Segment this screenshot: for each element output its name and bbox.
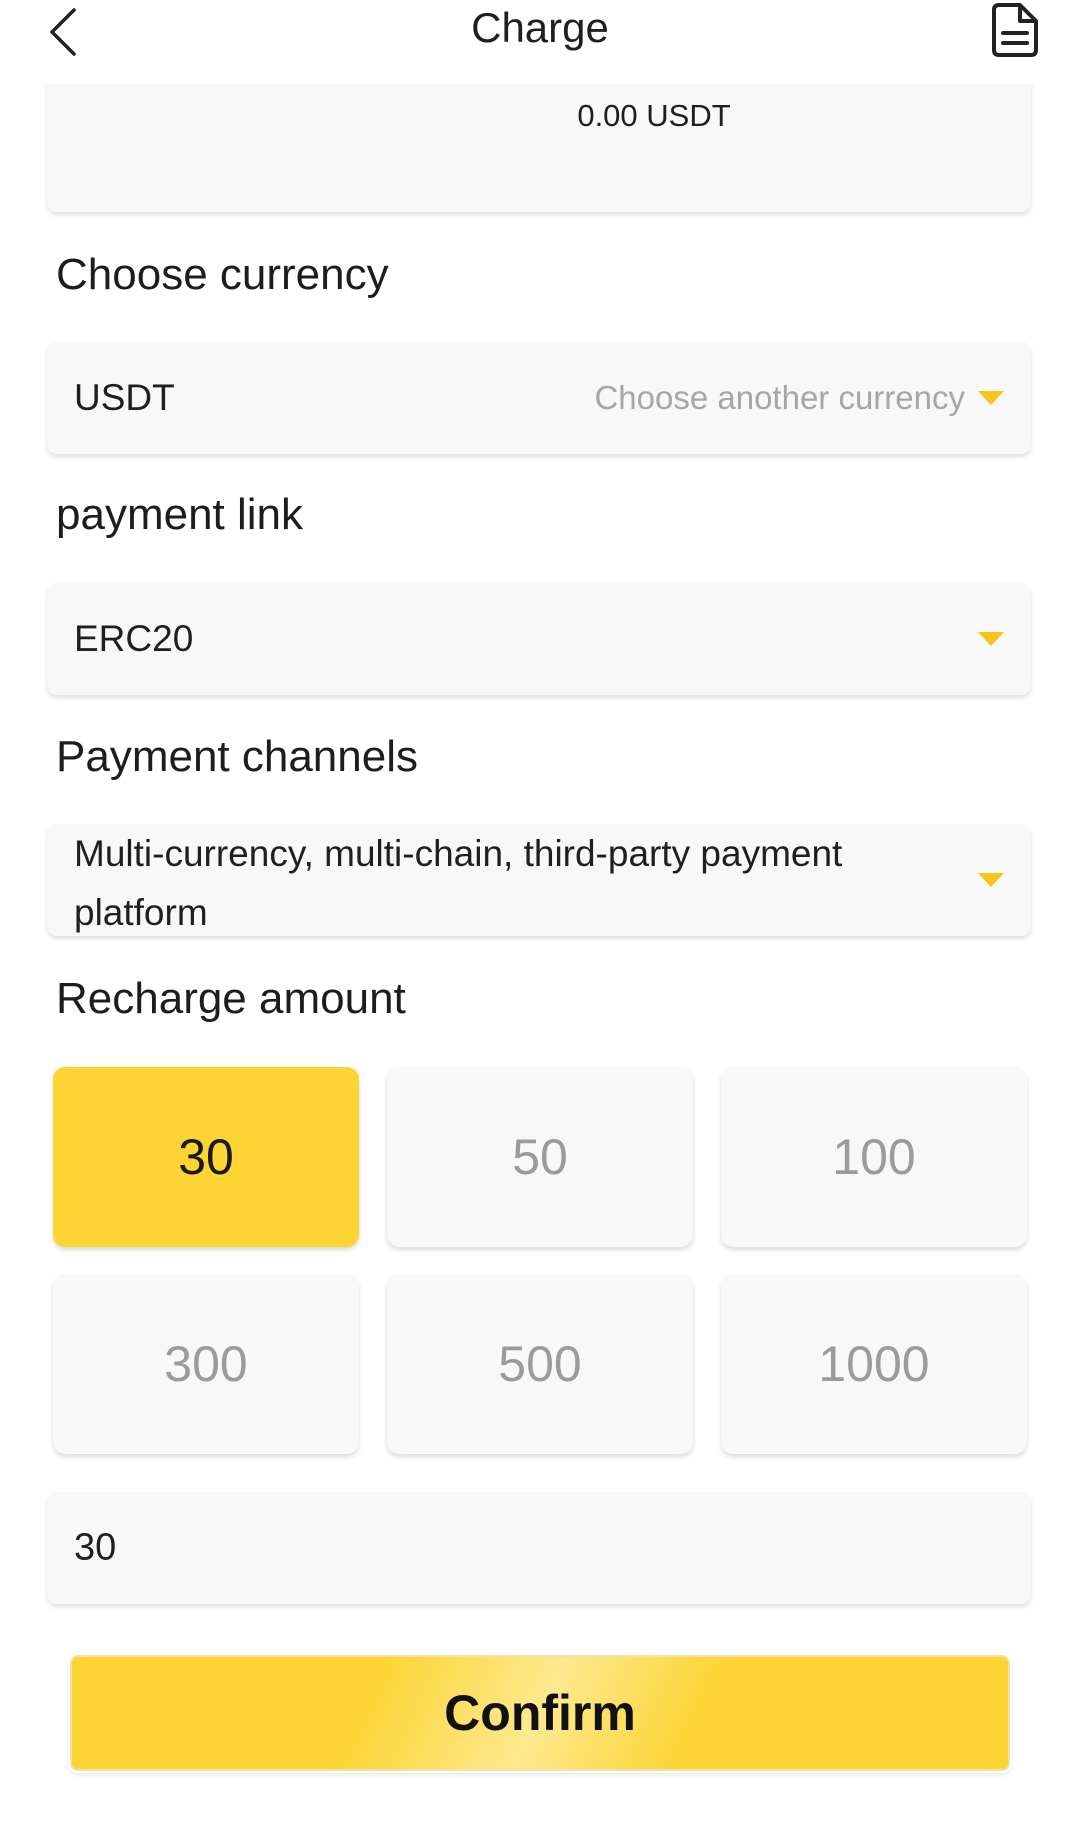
payment-link-label: payment link (56, 490, 304, 539)
payment-link-select[interactable]: ERC20 (47, 583, 1031, 695)
amount-option-1000[interactable]: 1000 (721, 1274, 1027, 1454)
caret-down-icon (978, 632, 1004, 646)
document-icon (992, 3, 1038, 57)
amount-option-500[interactable]: 500 (387, 1274, 693, 1454)
caret-down-icon (978, 873, 1004, 887)
amount-input-value: 30 (74, 1526, 117, 1569)
payment-channels-select[interactable]: Multi-currency, multi-chain, third-party… (47, 824, 1031, 936)
confirm-button[interactable]: Confirm (70, 1655, 1010, 1771)
choose-another-currency[interactable]: Choose another currency (594, 379, 965, 417)
records-button[interactable] (984, 0, 1044, 60)
page-title: Charge (471, 4, 609, 51)
payment-channels-label: Payment channels (56, 732, 418, 781)
amount-option-50[interactable]: 50 (387, 1067, 693, 1247)
top-bar: Charge (0, 0, 1080, 84)
recharge-amount-label: Recharge amount (56, 974, 406, 1023)
payment-channels-value: Multi-currency, multi-chain, third-party… (74, 833, 843, 933)
currency-label: Choose currency (56, 250, 389, 299)
balance-card: 0.00 USDT (47, 78, 1031, 212)
currency-select[interactable]: USDT Choose another currency (47, 342, 1031, 454)
amount-input[interactable]: 30 (47, 1492, 1031, 1604)
amount-option-100[interactable]: 100 (721, 1067, 1027, 1247)
balance-value: 0.00 USDT (577, 98, 731, 133)
amount-option-300[interactable]: 300 (53, 1274, 359, 1454)
currency-value: USDT (74, 377, 175, 418)
caret-down-icon (978, 391, 1004, 405)
amount-option-30[interactable]: 30 (53, 1067, 359, 1247)
payment-link-value: ERC20 (74, 618, 194, 659)
